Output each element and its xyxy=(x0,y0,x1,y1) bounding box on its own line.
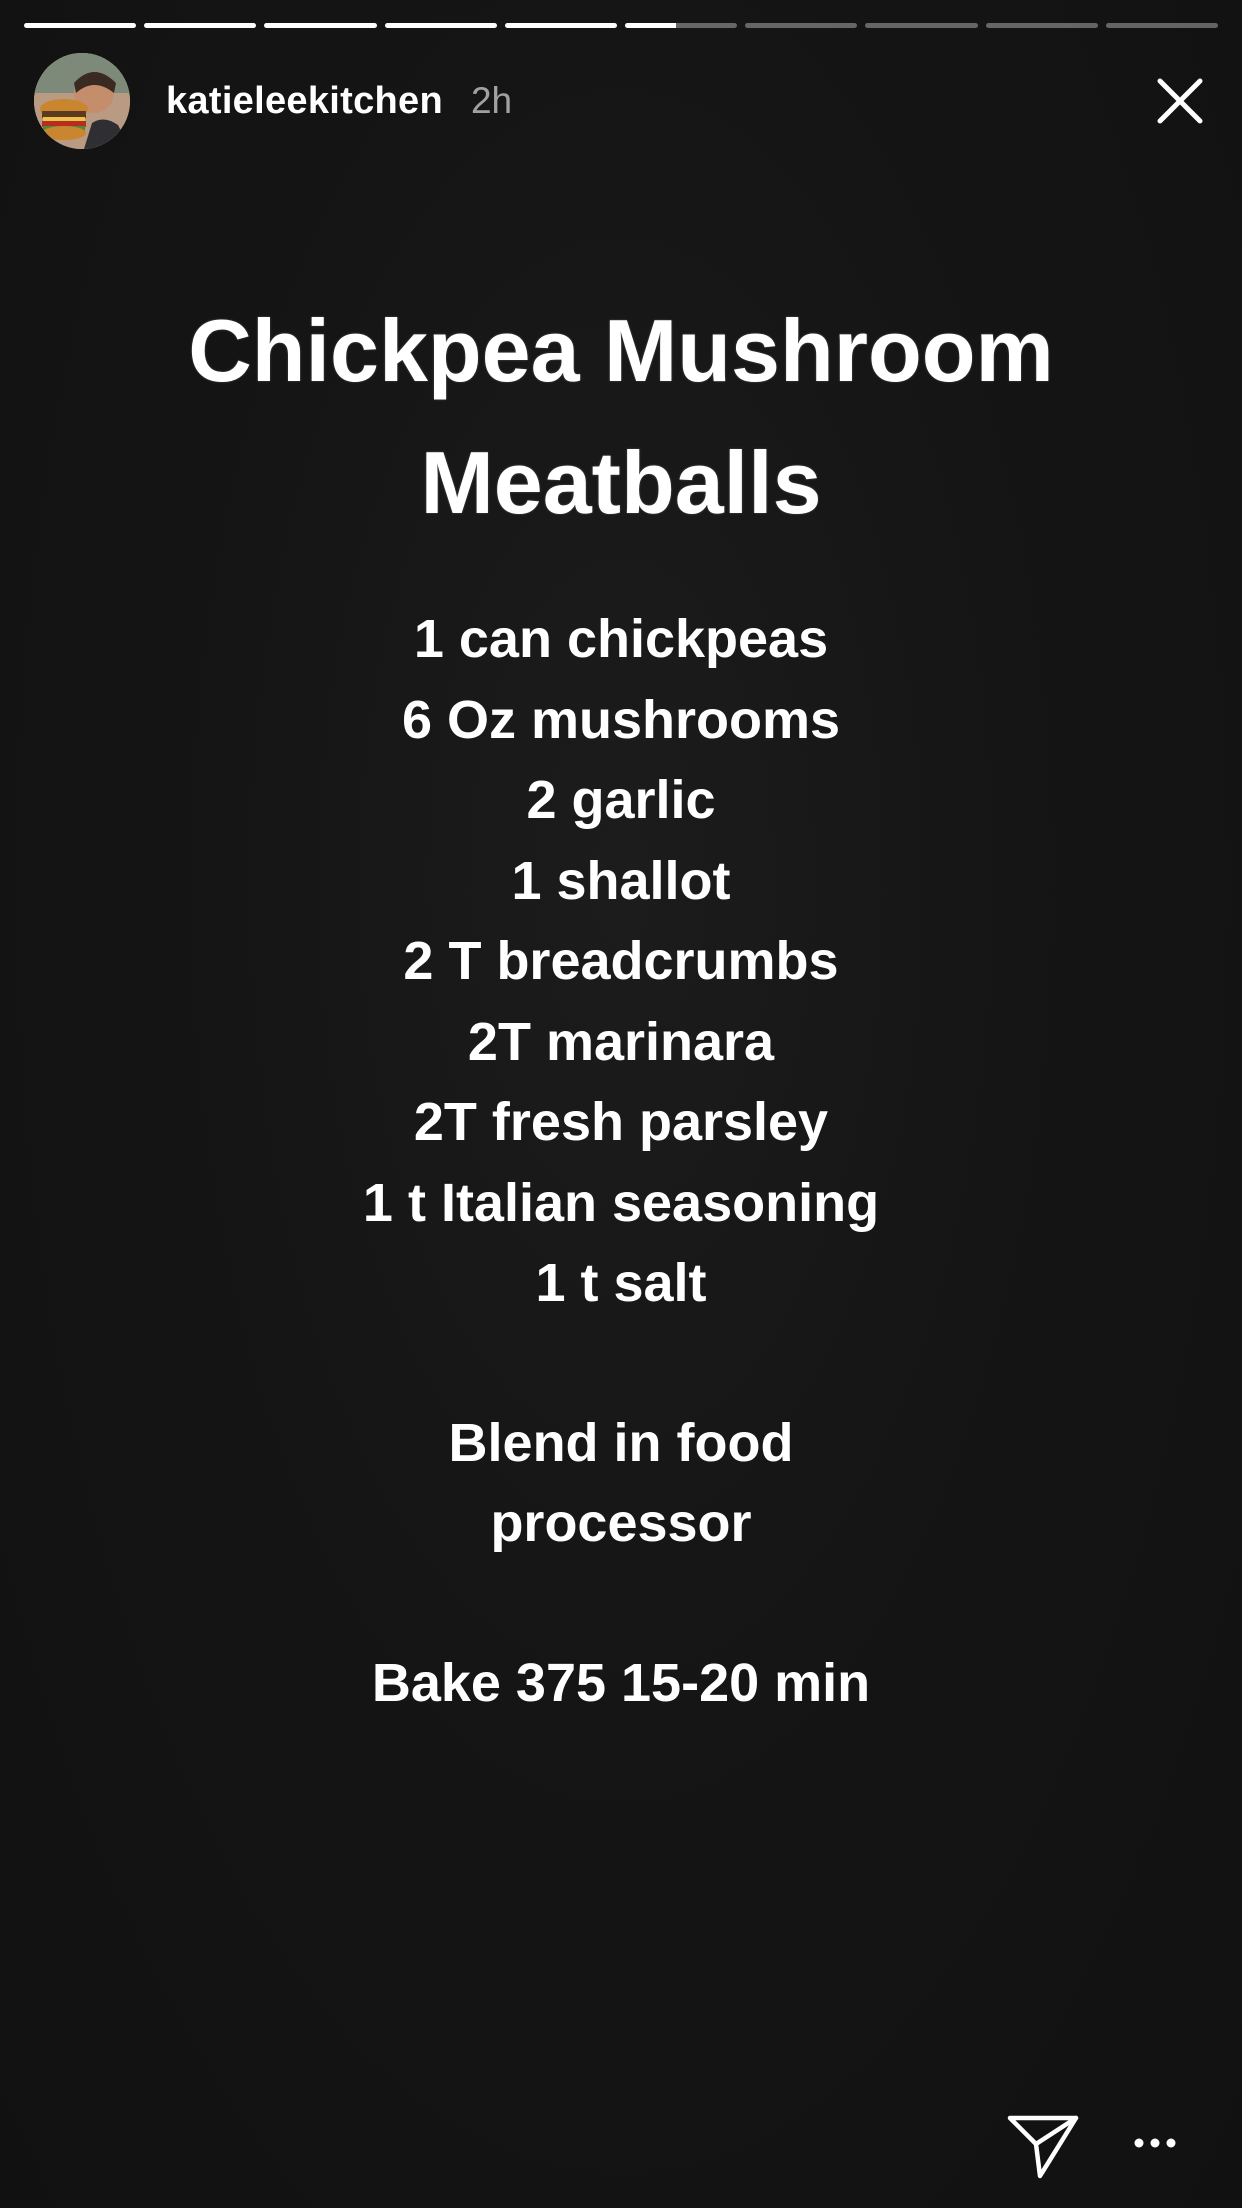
instruction-blend-line-2: processor xyxy=(490,1493,752,1553)
close-icon xyxy=(1157,78,1203,124)
ingredient-item: 1 can chickpeas xyxy=(413,609,829,669)
progress-segment xyxy=(625,23,738,28)
avatar[interactable] xyxy=(34,53,130,149)
ingredient-list: 1 can chickpeas 6 Oz mushrooms 2 garlic … xyxy=(0,599,1242,1324)
recipe-title-line-1: Chickpea Mushroom xyxy=(188,301,1054,400)
progress-segment-fill xyxy=(504,23,618,28)
progress-segment xyxy=(1105,23,1219,28)
progress-segment xyxy=(264,23,377,28)
more-icon xyxy=(1134,2138,1176,2148)
recipe-title: Chickpea Mushroom Meatballs xyxy=(0,285,1242,549)
progress-segment xyxy=(504,23,618,28)
progress-segment-fill xyxy=(384,23,497,28)
profile-photo-icon xyxy=(34,53,130,149)
progress-segment-fill xyxy=(24,23,137,28)
ingredient-item: 2T marinara xyxy=(467,1011,775,1072)
progress-segment-fill xyxy=(625,23,676,28)
ingredient-item: 6 Oz mushrooms xyxy=(401,689,841,750)
ingredient-item: 1 t Italian seasoning xyxy=(362,1172,880,1233)
instruction-blend: Blend in food processor xyxy=(0,1403,1242,1564)
progress-segment xyxy=(384,23,497,28)
progress-segment-fill xyxy=(144,23,257,28)
story-progress-bar xyxy=(24,23,1219,29)
progress-segment xyxy=(865,23,978,28)
more-options-button[interactable] xyxy=(1132,2128,1178,2158)
close-button[interactable] xyxy=(1152,73,1208,129)
instruction-bake: Bake 375 15-20 min xyxy=(371,1652,871,1713)
send-icon xyxy=(1007,2115,1079,2179)
progress-segment-fill xyxy=(264,23,377,28)
ingredient-item: 2 garlic xyxy=(526,770,716,830)
send-button[interactable] xyxy=(1006,2112,1080,2180)
ingredient-item: 1 t salt xyxy=(535,1253,707,1313)
ingredient-item: 2T fresh parsley xyxy=(413,1092,829,1152)
recipe-title-line-2: Meatballs xyxy=(420,433,822,532)
username[interactable]: katieleekitchen xyxy=(166,80,443,123)
progress-segment xyxy=(745,23,858,28)
ingredient-item: 2 T breadcrumbs xyxy=(403,931,839,991)
ingredient-item: 1 shallot xyxy=(511,850,731,911)
instruction-blend-line-1: Blend in food xyxy=(448,1412,794,1473)
progress-segment xyxy=(144,23,257,28)
progress-segment xyxy=(24,23,137,28)
progress-segment xyxy=(985,23,1098,28)
story-content: Chickpea Mushroom Meatballs 1 can chickp… xyxy=(0,285,1242,1723)
story-header: katieleekitchen 2h xyxy=(34,53,1208,149)
post-time: 2h xyxy=(470,80,513,121)
